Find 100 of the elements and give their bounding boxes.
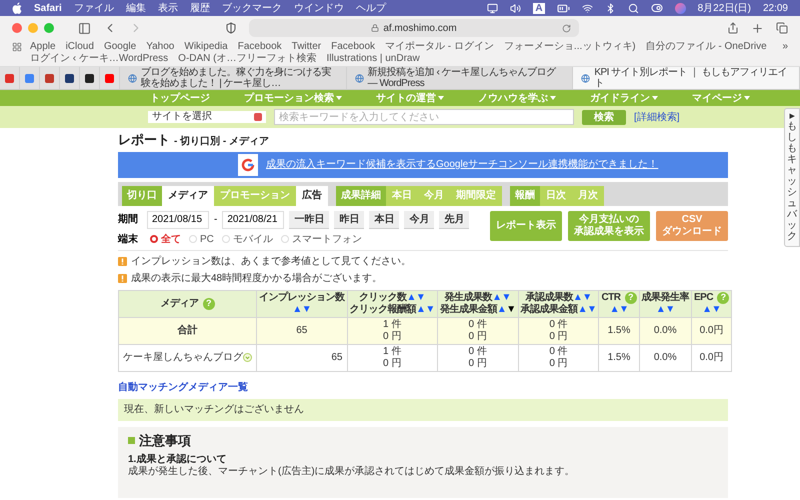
sort-ascending-arrow[interactable]: ▲ bbox=[492, 292, 502, 304]
advanced-search-link[interactable]: [詳細検索] bbox=[634, 110, 680, 124]
menu-item[interactable]: ブックマーク bbox=[222, 0, 282, 16]
notice-text: インプレッション数は、あくまで参考値として見てください。 bbox=[131, 254, 411, 268]
sort-descending-arrow[interactable]: ▼ bbox=[587, 304, 596, 316]
radio-label[interactable]: モバイル bbox=[232, 232, 273, 246]
sort-descending-arrow[interactable]: ▼ bbox=[416, 292, 426, 304]
filter-tab[interactable]: メディア bbox=[162, 186, 214, 206]
more-bookmarks-button[interactable]: » bbox=[782, 41, 788, 53]
bookmark-link[interactable]: Wikipedia bbox=[184, 41, 228, 53]
menu-item[interactable]: ヘルプ bbox=[356, 0, 386, 16]
bookmark-link[interactable]: Facebook bbox=[331, 41, 376, 53]
wifi-icon[interactable] bbox=[582, 2, 593, 14]
bookmark-link[interactable]: ログイン ‹ ケーキ…WordPress bbox=[30, 53, 168, 65]
sort-descending-arrow[interactable]: ▼ bbox=[618, 304, 628, 316]
sort-ascending-arrow[interactable]: ▲ bbox=[578, 304, 588, 316]
header-label: メディア bbox=[160, 298, 198, 310]
menu-item[interactable]: 表示 bbox=[158, 0, 178, 16]
menu-item[interactable]: Safari bbox=[34, 0, 62, 16]
date-preset-button[interactable]: 一昨日 bbox=[289, 210, 330, 228]
sort-ascending-arrow[interactable]: ▲ bbox=[406, 292, 416, 304]
matching-media-link[interactable]: 自動マッチングメディア一覧 bbox=[118, 380, 248, 394]
search-icon[interactable] bbox=[628, 2, 639, 14]
table-value: 0.0% bbox=[654, 324, 677, 336]
dropdown-caret-icon bbox=[550, 96, 556, 100]
tab-title: 新規投稿を追加 ‹ ケーキ屋しんちゃんブログ — WordPress bbox=[368, 67, 557, 89]
display-icon[interactable] bbox=[487, 2, 498, 14]
sort-ascending-arrow[interactable]: ▲ bbox=[496, 304, 506, 316]
sort-ascending-arrow[interactable]: ▲ bbox=[656, 304, 666, 316]
bookmark-link[interactable]: フォーメーショ...ットウィキ) bbox=[504, 41, 636, 53]
new-tab-icon[interactable] bbox=[751, 22, 764, 34]
bookmark-link[interactable]: O-DAN (オ…フリーフォト検索 bbox=[178, 53, 317, 65]
bookmark-link[interactable]: マイポータル - ログイン bbox=[385, 41, 494, 53]
privacy-shield-icon[interactable] bbox=[225, 22, 237, 34]
bookmark-link[interactable]: Twitter bbox=[292, 41, 322, 53]
menu-item[interactable]: ウインドウ bbox=[294, 0, 344, 16]
battery-icon[interactable] bbox=[556, 2, 570, 14]
reload-icon[interactable] bbox=[562, 24, 571, 32]
sort-descending-arrow[interactable]: ▼ bbox=[582, 292, 592, 304]
close-window-button[interactable] bbox=[12, 23, 22, 33]
table-value: 1.5% bbox=[608, 324, 630, 336]
radio-label[interactable]: PC bbox=[200, 232, 214, 246]
browser-tab[interactable]: ブログを始めました。稼ぐ力を身につける実験を始めました！ | ケーキ屋し… bbox=[120, 67, 347, 89]
sort-descending-arrow[interactable]: ▼ bbox=[501, 292, 511, 304]
end-date-field[interactable]: 2021/08/21 bbox=[222, 210, 284, 228]
bluetooth-icon[interactable] bbox=[604, 2, 616, 14]
menu-item[interactable]: 履歴 bbox=[190, 0, 210, 16]
bookmark-link[interactable]: Apple bbox=[30, 41, 56, 53]
note-text: 成果が発生した後、マーチャント(広告主)に成果が承認されてはじめて成果金額が振り込まれます。 bbox=[128, 466, 576, 478]
device-label: 端末 bbox=[118, 232, 139, 246]
sort-ascending-arrow[interactable]: ▲ bbox=[610, 304, 619, 316]
date-preset-button[interactable]: 先月 bbox=[439, 210, 470, 228]
tab-overview-icon[interactable] bbox=[776, 22, 788, 34]
header-label: クリック報酬額 bbox=[350, 304, 416, 316]
grid-icon[interactable] bbox=[12, 42, 22, 52]
bookmark-link[interactable]: Google bbox=[104, 41, 136, 53]
header-label: 成果発生率 bbox=[642, 292, 689, 304]
date-preset-button[interactable]: 今月 bbox=[404, 210, 434, 228]
keyword-search-field[interactable]: 検索キーワードを入力してください bbox=[274, 109, 574, 125]
tab-title: ブログを始めました。稼ぐ力を身につける実験を始めました！ | ケーキ屋し… bbox=[141, 67, 332, 89]
sort-descending-arrow[interactable]: ▼ bbox=[425, 304, 435, 316]
page-title: レポート bbox=[118, 131, 170, 149]
header-label: 発生成果金額 bbox=[440, 304, 497, 316]
header-label: インプレッション数 bbox=[259, 292, 344, 304]
banner-link[interactable]: 成果の流入キーワード候補を表示するGoogleサーチコンソール連携機能ができました！ bbox=[266, 157, 658, 172]
bookmark-link[interactable]: iCloud bbox=[66, 41, 94, 53]
sort-descending-arrow[interactable]: ▼ bbox=[712, 304, 721, 316]
bookmark-link[interactable]: Facebook bbox=[238, 41, 282, 53]
bookmark-link[interactable]: Yahoo bbox=[146, 41, 174, 53]
sort-ascending-arrow[interactable]: ▲ bbox=[292, 304, 302, 316]
filter-tab[interactable]: 広告 bbox=[296, 186, 328, 206]
browser-tab[interactable]: 新規投稿を追加 ‹ ケーキ屋しんちゃんブログ — WordPress bbox=[346, 67, 574, 89]
sort-descending-arrow[interactable]: ▼ bbox=[506, 304, 516, 316]
menu-item[interactable]: ファイル bbox=[74, 0, 114, 16]
share-icon[interactable] bbox=[727, 22, 739, 34]
sort-descending-arrow[interactable]: ▼ bbox=[302, 304, 312, 316]
input-mode-indicator[interactable]: A bbox=[533, 2, 545, 14]
sort-ascending-arrow[interactable]: ▲ bbox=[572, 292, 582, 304]
sort-ascending-arrow[interactable]: ▲ bbox=[702, 304, 712, 316]
sort-ascending-arrow[interactable]: ▲ bbox=[416, 304, 426, 316]
date-preset-button[interactable]: 本日 bbox=[369, 210, 400, 228]
sort-descending-arrow[interactable]: ▼ bbox=[665, 304, 675, 316]
radio-label[interactable]: 全て bbox=[161, 232, 181, 246]
volume-icon[interactable] bbox=[510, 2, 522, 14]
apple-logo-icon[interactable] bbox=[12, 2, 22, 14]
sidebar-icon[interactable] bbox=[78, 22, 91, 34]
site-select[interactable]: サイトを選択 bbox=[148, 111, 266, 123]
start-date-field[interactable]: 2021/08/15 bbox=[147, 210, 209, 228]
menu-item[interactable]: 編集 bbox=[126, 0, 146, 16]
warning-icon bbox=[118, 274, 127, 282]
table-value: 1.5% bbox=[608, 352, 630, 364]
radio-label[interactable]: スマートフォン bbox=[292, 232, 362, 246]
address-bar[interactable]: af.moshimo.com bbox=[249, 19, 579, 37]
radio-button[interactable] bbox=[150, 235, 158, 243]
table-value: 0 件 bbox=[549, 318, 568, 330]
date-preset-button[interactable]: 昨日 bbox=[334, 210, 364, 228]
table-value: 0 円 bbox=[468, 330, 487, 342]
control-center-icon[interactable] bbox=[650, 2, 663, 14]
bookmark-link[interactable]: Illustrations | unDraw bbox=[326, 53, 420, 65]
bookmark-link[interactable]: 自分のファイル - OneDrive bbox=[646, 41, 767, 53]
